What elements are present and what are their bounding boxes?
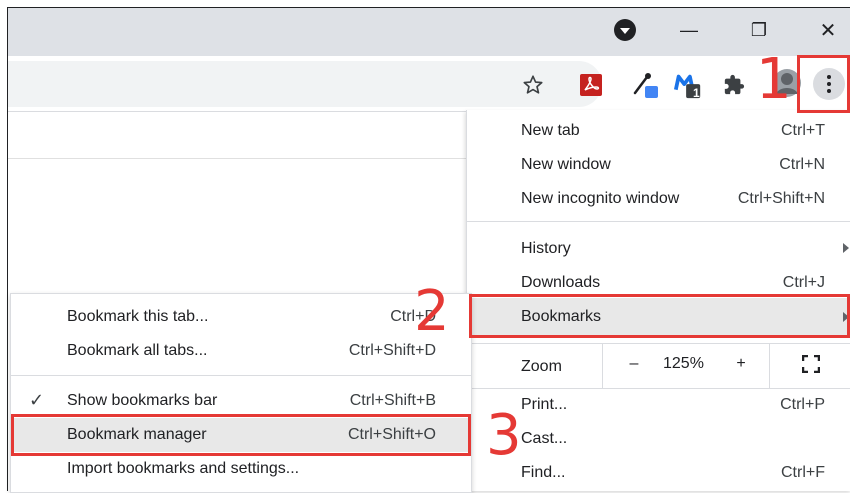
menu-item-find[interactable]: Find... Ctrl+F xyxy=(467,456,850,490)
pdf-extension-button[interactable] xyxy=(576,70,606,100)
fullscreen-icon xyxy=(801,354,821,374)
submenu-item-shortcut: Ctrl+Shift+D xyxy=(348,342,436,359)
menu-item-new-tab[interactable]: New tab Ctrl+T xyxy=(467,114,850,148)
minimize-icon: — xyxy=(680,19,698,40)
zoom-out-button[interactable]: – xyxy=(622,355,646,373)
address-bar[interactable] xyxy=(7,61,602,107)
bookmark-star-button[interactable] xyxy=(518,70,548,100)
eyedropper-extension-button[interactable] xyxy=(630,70,660,100)
close-icon: ✕ xyxy=(819,19,837,42)
menu-item-label: History xyxy=(521,240,571,257)
media-control-button[interactable] xyxy=(603,10,647,50)
menu-item-shortcut: Ctrl+Shift+N xyxy=(737,190,825,207)
puzzle-icon xyxy=(724,74,745,95)
menu-item-shortcut: Ctrl+T xyxy=(781,122,825,139)
zoom-in-button[interactable]: + xyxy=(729,355,753,373)
menu-item-label: New incognito window xyxy=(521,190,680,207)
star-icon xyxy=(523,75,543,94)
menu-separator xyxy=(467,221,850,222)
submenu-item-bookmark-all-tabs[interactable]: Bookmark all tabs... Ctrl+Shift+D xyxy=(11,334,471,368)
zoom-row: Zoom – 125% + xyxy=(467,344,850,388)
annotation-step-2: 2 xyxy=(414,279,450,344)
restore-icon: ❐ xyxy=(750,19,768,40)
menu-item-print[interactable]: Print... Ctrl+P xyxy=(467,388,850,422)
menu-item-label: Cast... xyxy=(521,430,568,447)
submenu-item-label: Bookmark all tabs... xyxy=(67,342,208,359)
menu-item-new-incognito-window[interactable]: New incognito window Ctrl+Shift+N xyxy=(467,182,850,216)
submenu-item-bookmark-this-tab[interactable]: Bookmark this tab... Ctrl+D xyxy=(11,300,471,334)
menu-item-history[interactable]: History xyxy=(467,232,850,266)
pdf-extension-icon xyxy=(580,74,602,96)
menu-item-shortcut: Ctrl+F xyxy=(781,464,825,481)
annotation-box-menu-button xyxy=(797,55,850,113)
menu-item-new-window[interactable]: New window Ctrl+N xyxy=(467,148,850,182)
bookmarks-submenu: Bookmark this tab... Ctrl+D Bookmark all… xyxy=(10,293,472,493)
annotation-step-1: 1 xyxy=(756,47,792,112)
m-extension-button[interactable]: 1 xyxy=(673,70,703,100)
submenu-item-shortcut: Ctrl+Shift+B xyxy=(349,392,436,409)
submenu-item-import-bookmarks[interactable]: Import bookmarks and settings... xyxy=(11,452,471,486)
submenu-item-label: Show bookmarks bar xyxy=(67,392,218,409)
close-button[interactable]: ✕ xyxy=(806,10,850,50)
page-divider xyxy=(8,158,466,159)
window-border-top xyxy=(7,7,850,8)
annotation-step-3: 3 xyxy=(486,403,522,468)
eyedropper-extension-icon xyxy=(633,73,658,98)
annotation-box-bookmark-manager xyxy=(11,414,471,456)
zoom-level: 125% xyxy=(663,355,704,372)
submenu-arrow-icon xyxy=(843,243,849,253)
submenu-item-label: Import bookmarks and settings... xyxy=(67,460,300,477)
menu-item-label: New window xyxy=(521,156,611,173)
zoom-label: Zoom xyxy=(521,358,562,375)
menu-item-shortcut: Ctrl+J xyxy=(782,274,825,291)
annotation-box-bookmarks xyxy=(469,294,850,338)
menu-item-label: Find... xyxy=(521,464,566,481)
extensions-button[interactable] xyxy=(719,70,749,100)
title-bar xyxy=(7,7,850,56)
submenu-separator xyxy=(11,375,471,376)
fullscreen-button[interactable] xyxy=(801,354,821,378)
submenu-item-label: Bookmark this tab... xyxy=(67,308,209,325)
menu-item-label: New tab xyxy=(521,122,580,139)
zoom-divider xyxy=(602,344,603,388)
menu-item-label: Downloads xyxy=(521,274,601,291)
menu-item-shortcut: Ctrl+N xyxy=(779,156,825,173)
zoom-divider xyxy=(769,344,770,388)
m-extension-badge: 1 xyxy=(693,86,700,100)
menu-item-cast[interactable]: Cast... xyxy=(467,422,850,456)
restore-button[interactable]: ❐ xyxy=(737,10,781,50)
minimize-button[interactable]: — xyxy=(667,10,711,50)
menu-item-label: Print... xyxy=(521,396,568,413)
window-border-left xyxy=(7,7,8,491)
check-icon: ✓ xyxy=(29,390,45,410)
menu-item-shortcut: Ctrl+P xyxy=(780,396,825,413)
submenu-item-show-bookmarks-bar[interactable]: ✓ Show bookmarks bar Ctrl+Shift+B xyxy=(11,384,471,418)
chevron-down-circle-icon xyxy=(614,19,636,41)
